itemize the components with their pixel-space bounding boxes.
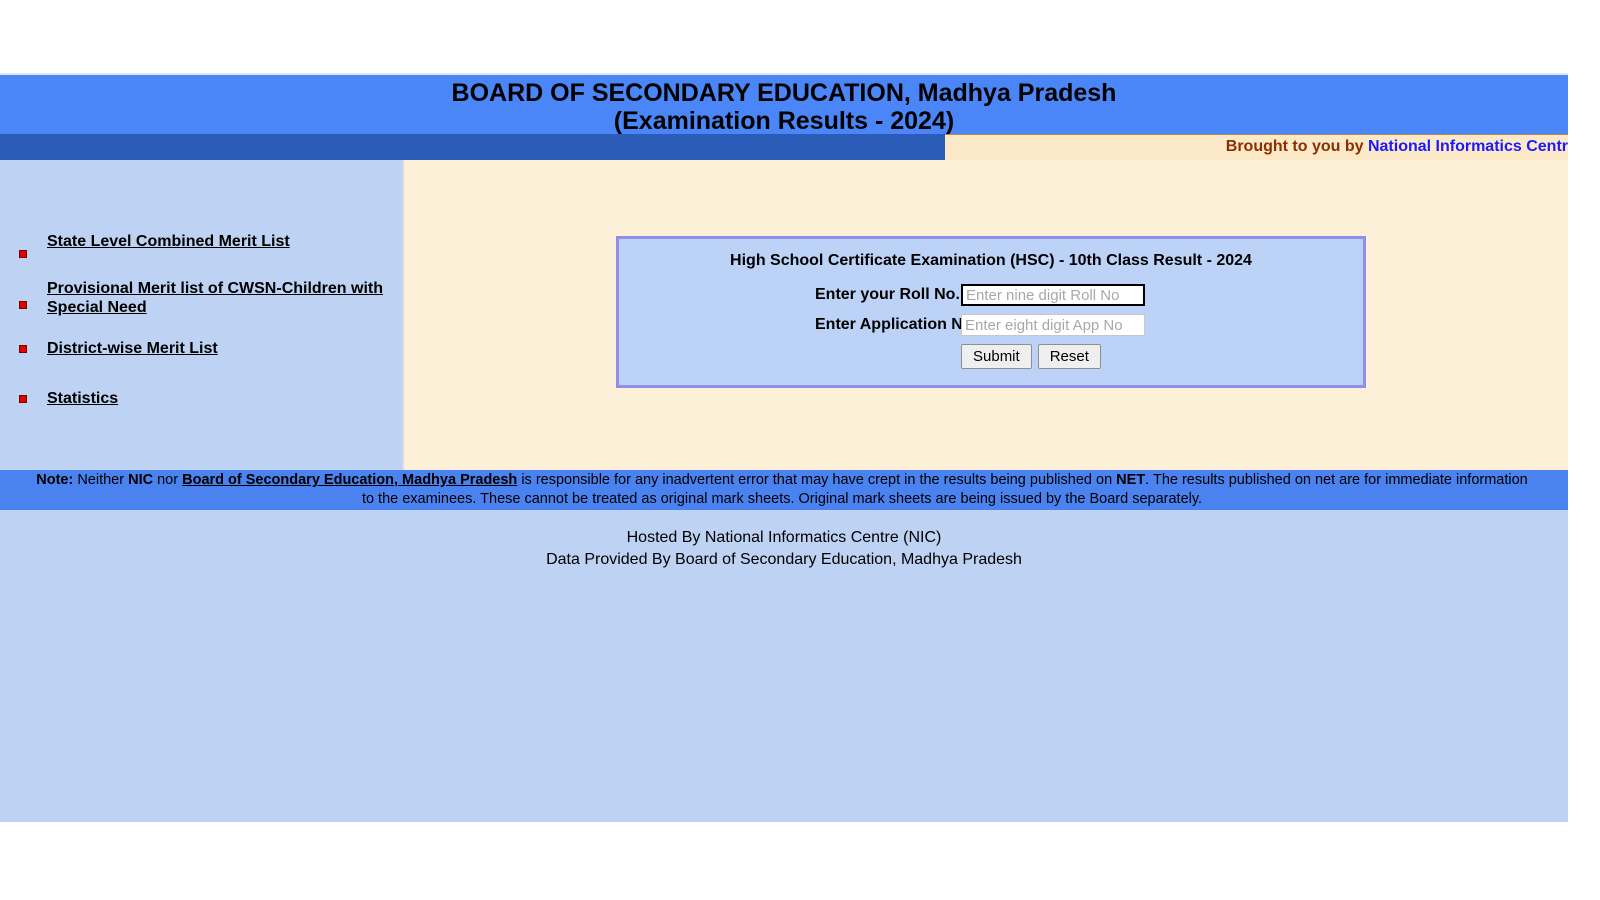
brought-to-you-bar-left-fill <box>0 134 945 160</box>
form-buttons: Submit Reset <box>619 344 1363 369</box>
footer-data-provided-by: Data Provided By Board of Secondary Educ… <box>546 551 1022 568</box>
disclaimer-note-strip: Note: Neither NIC nor Board of Secondary… <box>0 470 1568 510</box>
board-of-secondary-education-link[interactable]: Board of Secondary Education, Madhya Pra… <box>182 472 517 488</box>
result-search-panel: High School Certificate Examination (HSC… <box>616 236 1366 388</box>
top-whitespace <box>0 0 1568 73</box>
brought-to-you-bar-right: Brought to you by National Informatics C… <box>945 134 1568 160</box>
application-number-label: Enter Application No. <box>815 316 978 333</box>
sidebar-item-label[interactable]: State Level Combined Merit List <box>47 232 290 251</box>
sidebar: State Level Combined Merit List Provisio… <box>0 160 402 470</box>
page-header: BOARD OF SECONDARY EDUCATION, Madhya Pra… <box>0 75 1568 135</box>
reset-button[interactable]: Reset <box>1037 344 1101 369</box>
submit-button[interactable]: Submit <box>961 344 1032 369</box>
main-content: High School Certificate Examination (HSC… <box>402 160 1568 470</box>
sidebar-item-label[interactable]: District-wise Merit List <box>47 339 218 358</box>
header-title-line-2: (Examination Results - 2024) <box>613 107 955 135</box>
note-bold-nic: NIC <box>128 472 154 488</box>
sidebar-item-statistics[interactable]: Statistics <box>0 389 402 419</box>
bottom-whitespace <box>0 822 1568 900</box>
note-part-3: is responsible for any inadvertent error… <box>517 472 1117 488</box>
roll-number-input[interactable] <box>961 284 1145 306</box>
sidebar-item-label[interactable]: Provisional Merit list of CWSN-Children … <box>47 279 402 317</box>
page-root: BOARD OF SECONDARY EDUCATION, Madhya Pra… <box>0 0 1568 900</box>
note-part-4: . The results published on net are for i… <box>1145 472 1528 488</box>
sidebar-item-district-wise-merit-list[interactable]: District-wise Merit List <box>0 339 402 369</box>
national-informatics-centre-link[interactable]: National Informatics Centr <box>1368 138 1568 155</box>
panel-title: High School Certificate Examination (HSC… <box>730 252 1252 269</box>
note-part-2: nor <box>153 472 183 488</box>
bullet-square-icon <box>19 395 27 403</box>
page-footer: Hosted By National Informatics Centre (N… <box>0 510 1568 822</box>
note-bold-net: NET <box>1116 472 1146 488</box>
roll-number-row: Enter your Roll No. <box>619 284 1363 306</box>
brought-to-you-bar: Brought to you by National Informatics C… <box>0 134 1568 160</box>
header-title-line-1: BOARD OF SECONDARY EDUCATION, Madhya Pra… <box>451 79 1117 107</box>
bullet-square-icon <box>19 301 27 309</box>
roll-number-label: Enter your Roll No. <box>815 286 960 303</box>
footer-hosted-by: Hosted By National Informatics Centre (N… <box>626 529 942 546</box>
brought-to-you-prefix: Brought to you by <box>1225 138 1368 155</box>
sidebar-item-state-level-combined-merit-list[interactable]: State Level Combined Merit List <box>0 232 402 262</box>
sidebar-nav-list: State Level Combined Merit List Provisio… <box>0 232 402 436</box>
sidebar-item-provisional-merit-list-cwsn[interactable]: Provisional Merit list of CWSN-Children … <box>0 279 402 317</box>
note-prefix: Note: <box>36 472 74 488</box>
disclaimer-note-line-1: Note: Neither NIC nor Board of Secondary… <box>0 471 1566 490</box>
disclaimer-note-line-2: to the examinees. These cannot be treate… <box>361 491 1203 507</box>
sidebar-item-label[interactable]: Statistics <box>47 389 118 408</box>
application-number-input[interactable] <box>961 314 1145 336</box>
bullet-square-icon <box>19 250 27 258</box>
bullet-square-icon <box>19 345 27 353</box>
note-part-1: Neither <box>73 472 129 488</box>
right-whitespace <box>1568 0 1600 900</box>
application-number-row: Enter Application No. <box>619 314 1363 336</box>
